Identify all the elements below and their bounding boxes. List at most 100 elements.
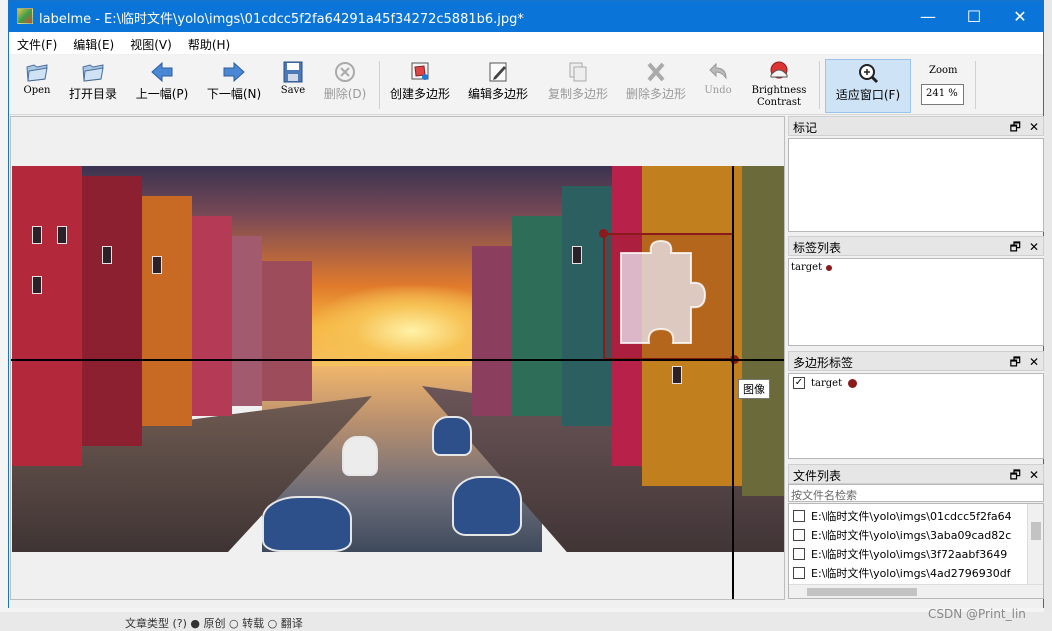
title-bar[interactable]: labelme - E:\临时文件\yolo\imgs\01cdcc5f2fa6…	[9, 1, 1043, 32]
dock-header[interactable]: 标签列表 🗗 ✕	[788, 236, 1044, 256]
image-window	[57, 226, 67, 244]
toolbar-separator	[379, 61, 380, 109]
image-window	[32, 226, 42, 244]
image-building	[142, 196, 192, 426]
image-boat	[452, 476, 522, 536]
file-path: E:\临时文件\yolo\imgs\3aba09cad82c	[811, 528, 1012, 542]
background-window-edge	[1044, 0, 1052, 612]
background-page-strip: 文章类型 (?) ● 原创 ○ 转载 ○ 翻译	[0, 612, 1052, 631]
flags-dock: 标记 🗗 ✕	[788, 116, 1044, 232]
cursor-crosshair-horizontal	[11, 359, 784, 361]
watermark-text: CSDN @Print_lin	[928, 607, 1026, 621]
save-disk-icon	[283, 61, 303, 83]
file-path: E:\临时文件\yolo\imgs\4ad2796930df	[811, 566, 1011, 580]
float-icon[interactable]: 🗗	[1010, 240, 1021, 254]
save-button[interactable]: Save	[277, 59, 309, 113]
polygon-label-list: ✓ target	[788, 373, 1044, 459]
delete-file-button[interactable]: 删除(D)	[319, 59, 371, 113]
canvas[interactable]: 图像	[10, 116, 785, 600]
close-icon[interactable]: ✕	[1029, 468, 1039, 482]
label-color-swatch	[826, 264, 833, 271]
file-checkbox[interactable]	[793, 509, 805, 522]
flags-list[interactable]	[788, 138, 1044, 232]
labelme-app-icon	[17, 8, 33, 24]
brightness-contrast-button[interactable]: Brightness Contrast	[747, 59, 811, 113]
toolbar-separator	[819, 61, 820, 109]
minimize-button[interactable]: —	[905, 1, 951, 32]
image-window	[152, 256, 162, 274]
zoom-fit-icon	[859, 64, 879, 84]
visibility-checkbox[interactable]: ✓	[793, 377, 805, 389]
image-building	[82, 176, 142, 446]
undo-arrow-icon	[709, 62, 727, 80]
image-building	[232, 236, 262, 406]
create-polygon-icon	[411, 62, 429, 80]
scrollbar-thumb[interactable]	[1031, 522, 1041, 540]
create-polygon-button[interactable]: 创建多边形	[387, 59, 453, 113]
scrollbar-thumb[interactable]	[807, 588, 917, 596]
float-icon[interactable]: 🗗	[1010, 355, 1021, 369]
image-building	[512, 216, 562, 416]
menu-edit[interactable]: 编辑(E)	[65, 32, 122, 54]
delete-polygon-button[interactable]: 删除多边形	[623, 59, 689, 113]
file-row[interactable]: E:\临时文件\yolo\imgs\3aba09cad82c	[789, 525, 1025, 544]
close-icon[interactable]: ✕	[1029, 240, 1039, 254]
undo-button[interactable]: Undo	[701, 59, 735, 113]
arrow-right-icon	[223, 61, 245, 83]
file-path: E:\临时文件\yolo\imgs\3f72aabf3649	[811, 547, 1008, 561]
open-button[interactable]: Open	[17, 59, 57, 113]
prev-image-button[interactable]: 上一幅(P)	[133, 59, 191, 113]
fit-window-button[interactable]: 适应窗口(F)	[825, 59, 911, 113]
polygon-labels-dock: 多边形标签 🗗 ✕ ✓ target	[788, 351, 1044, 459]
file-row[interactable]: E:\临时文件\yolo\imgs\01cdcc5f2fa64	[789, 506, 1025, 525]
polygon-vertex[interactable]	[599, 229, 608, 238]
file-checkbox[interactable]	[793, 528, 805, 541]
menu-help[interactable]: 帮助(H)	[180, 32, 238, 54]
float-icon[interactable]: 🗗	[1010, 120, 1021, 134]
image-window	[32, 276, 42, 294]
file-list-horizontal-scrollbar[interactable]	[789, 584, 1043, 598]
image-building	[262, 261, 312, 401]
dock-title: 文件列表	[793, 469, 842, 483]
label-text: target	[811, 377, 843, 389]
image-window	[572, 246, 582, 264]
file-list-vertical-scrollbar[interactable]	[1027, 504, 1043, 584]
toolbar-separator	[975, 61, 976, 109]
edit-polygon-button[interactable]: 编辑多边形	[465, 59, 531, 113]
file-checkbox[interactable]	[793, 566, 805, 579]
close-button[interactable]: ✕	[997, 1, 1043, 32]
image-boat	[432, 416, 472, 456]
label-text: target	[791, 262, 823, 273]
image-building	[742, 166, 784, 496]
open-folder-icon	[26, 64, 48, 82]
menu-bar: 文件(F) 编辑(E) 视图(V) 帮助(H)	[9, 32, 1043, 54]
close-icon[interactable]: ✕	[1029, 120, 1039, 134]
dock-title: 标记	[793, 121, 818, 135]
zoom-spinbox[interactable]: 241 %	[921, 84, 964, 105]
dock-header[interactable]: 文件列表 🗗 ✕	[788, 464, 1044, 484]
file-checkbox[interactable]	[793, 547, 805, 560]
label-list: target	[788, 258, 1044, 346]
next-image-button[interactable]: 下一幅(N)	[205, 59, 263, 113]
file-path: E:\临时文件\yolo\imgs\01cdcc5f2fa64	[811, 509, 1012, 523]
file-list: E:\临时文件\yolo\imgs\01cdcc5f2fa64 E:\临时文件\…	[788, 503, 1044, 599]
label-list-dock: 标签列表 🗗 ✕ target	[788, 236, 1044, 346]
list-item[interactable]: target	[789, 259, 1043, 276]
brightness-contrast-icon	[770, 61, 788, 79]
menu-view[interactable]: 视图(V)	[122, 32, 180, 54]
canvas-tooltip: 图像	[738, 379, 770, 399]
dock-title: 标签列表	[793, 241, 842, 255]
maximize-button[interactable]: ☐	[951, 1, 997, 32]
file-row[interactable]: E:\临时文件\yolo\imgs\3f72aabf3649	[789, 544, 1025, 563]
open-dir-button[interactable]: 打开目录	[65, 59, 121, 113]
toolbar: Open 打开目录 上一幅(P) 下一幅(N) Save 删除(D) 创建多边形	[9, 55, 1043, 146]
menu-file[interactable]: 文件(F)	[9, 32, 65, 54]
dock-header[interactable]: 多边形标签 🗗 ✕	[788, 351, 1044, 371]
list-item[interactable]: ✓ target	[789, 374, 1043, 392]
float-icon[interactable]: 🗗	[1010, 468, 1021, 482]
copy-polygon-button[interactable]: 复制多边形	[545, 59, 611, 113]
file-row[interactable]: E:\临时文件\yolo\imgs\4ad2796930df	[789, 563, 1025, 582]
dock-header[interactable]: 标记 🗗 ✕	[788, 116, 1044, 136]
close-icon[interactable]: ✕	[1029, 355, 1039, 369]
image-boat	[262, 496, 352, 552]
